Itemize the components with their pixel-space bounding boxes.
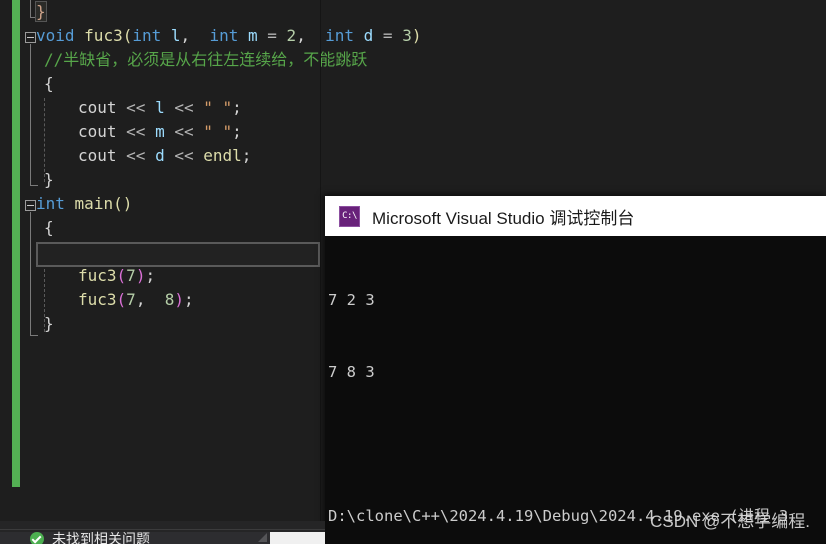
status-separator xyxy=(0,529,325,530)
watermark-text: CSDN @不想学编程. xyxy=(650,512,810,531)
code-token-var-d: d xyxy=(155,146,165,165)
error-list-status-bar[interactable]: 未找到相关问题 xyxy=(0,521,325,544)
code-token-paren-open: ( xyxy=(122,26,133,45)
code-token-brace-open-main: { xyxy=(44,218,54,237)
console-output-line: 7 8 3 xyxy=(328,363,375,381)
status-tail-panel xyxy=(270,532,325,544)
code-token-assign-2: = xyxy=(382,26,393,45)
code-token-semicolon-3: ; xyxy=(241,146,252,165)
code-token-assign: = xyxy=(267,26,277,45)
console-app-icon: C:\ xyxy=(339,205,360,227)
code-token-paren-close-call-2: ) xyxy=(174,290,184,309)
code-token-comma-2: , xyxy=(296,26,306,45)
code-token-paren-open-main: ( xyxy=(113,194,123,213)
code-token-call-fuc3-2: fuc3 xyxy=(78,290,117,309)
code-token-call-fuc3: fuc3 xyxy=(78,266,117,285)
code-token-shift-3: << xyxy=(126,122,146,141)
code-token-endl: endl xyxy=(203,146,242,165)
code-token-var-m: m xyxy=(155,122,165,141)
vs-ide-screenshot: } void fuc3(int l, int m = 2, int d = 3)… xyxy=(0,0,826,544)
console-output-line: 7 2 3 xyxy=(328,291,375,309)
resize-grip-icon[interactable] xyxy=(258,533,267,542)
code-token-brace-close-main: } xyxy=(44,314,54,333)
status-text: 未找到相关问题 xyxy=(52,531,150,544)
code-token-semicolon-2: ; xyxy=(232,122,242,141)
code-line[interactable]: } xyxy=(0,0,826,24)
code-token-comma-arg: , xyxy=(135,290,146,309)
code-token-comment: //半缺省，必须是从右往左连续给，不能跳跃 xyxy=(44,50,368,69)
code-token-semicolon-4: ; xyxy=(145,266,156,285)
code-token-paren-open-call-2: ( xyxy=(116,290,127,309)
code-token-brace-open: { xyxy=(44,74,54,93)
code-line[interactable]: cout << l << " "; xyxy=(0,96,826,120)
code-token-param-m: m xyxy=(247,26,258,45)
console-icon-label: C:\ xyxy=(342,211,357,221)
code-token-number-3: 3 xyxy=(402,26,412,45)
code-token-cout-2: cout xyxy=(78,122,117,141)
code-line[interactable]: //半缺省，必须是从右往左连续给，不能跳跃 xyxy=(0,48,826,72)
console-output-area[interactable]: 7 2 3 7 8 3 D:\clone\C++\2024.4.19\Debug… xyxy=(325,236,826,544)
code-token-paren-close-call: ) xyxy=(135,266,146,285)
code-token-shift-5: << xyxy=(126,146,146,165)
code-token-comma: , xyxy=(180,26,191,45)
console-title-text: Microsoft Visual Studio 调试控制台 xyxy=(372,208,635,228)
code-token-shift-2: << xyxy=(174,98,194,117)
code-token-paren-close: ) xyxy=(411,26,422,45)
code-token-arg-7-2: 7 xyxy=(126,290,136,309)
code-token-semicolon: ; xyxy=(232,98,242,117)
code-token-var-l: l xyxy=(155,98,165,117)
code-token-cout: cout xyxy=(78,98,117,117)
code-token-arg-7: 7 xyxy=(126,266,136,285)
code-token-param-d: d xyxy=(363,26,374,45)
code-line[interactable]: void fuc3(int l, int m = 2, int d = 3) xyxy=(0,24,826,48)
code-line[interactable]: } xyxy=(0,168,826,192)
code-token-keyword-int-main: int xyxy=(36,194,65,213)
console-output-blank-line xyxy=(328,432,826,456)
code-token-arg-8: 8 xyxy=(164,290,175,309)
code-token-keyword-int-2: int xyxy=(209,26,239,45)
code-token-string-2: " " xyxy=(203,122,233,141)
code-token-brace-close: } xyxy=(35,1,47,22)
code-token-keyword-void: void xyxy=(36,26,75,45)
code-token-keyword-int-3: int xyxy=(325,26,354,45)
code-token-number-2: 2 xyxy=(286,26,297,45)
code-token-paren-close-main: ) xyxy=(122,194,133,213)
code-token-keyword-int: int xyxy=(132,26,162,45)
code-line[interactable]: cout << m << " "; xyxy=(0,120,826,144)
code-line[interactable]: cout << d << endl; xyxy=(0,144,826,168)
code-token-cout-3: cout xyxy=(78,146,117,165)
code-token-shift: << xyxy=(126,98,146,117)
console-title-bar[interactable]: C:\ Microsoft Visual Studio 调试控制台 xyxy=(325,196,826,236)
editor-console-divider xyxy=(320,0,321,521)
code-token-function-fuc3: fuc3 xyxy=(84,26,123,45)
code-line[interactable]: { xyxy=(0,72,826,96)
code-token-brace-close-2: } xyxy=(44,170,54,189)
code-token-semicolon-5: ; xyxy=(184,290,194,309)
code-token-param-l: l xyxy=(170,26,181,45)
code-token-function-main: main xyxy=(74,194,114,213)
debug-console-window[interactable]: C:\ Microsoft Visual Studio 调试控制台 7 2 3 … xyxy=(325,196,826,544)
code-token-shift-6: << xyxy=(174,146,194,165)
code-token-shift-4: << xyxy=(174,122,194,141)
code-token-string: " " xyxy=(203,98,233,117)
check-circle-icon xyxy=(30,532,44,544)
code-token-paren-open-call: ( xyxy=(116,266,127,285)
